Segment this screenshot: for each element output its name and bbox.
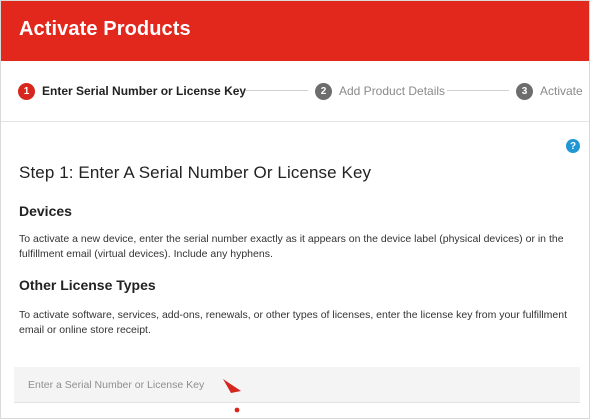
- step-1-label: Enter Serial Number or License Key: [42, 84, 247, 98]
- step-3-number-badge: 3: [516, 82, 533, 100]
- question-circle-icon[interactable]: ?: [566, 139, 580, 153]
- step-3-label: Activate: [540, 84, 583, 98]
- step-1-number-badge: 1: [18, 82, 35, 100]
- panel-header: Activate Products: [1, 1, 589, 61]
- step-2-number-badge: 2: [315, 82, 332, 100]
- step-connector-1: [245, 90, 308, 91]
- serial-number-input[interactable]: [14, 367, 580, 403]
- step-heading: Step 1: Enter A Serial Number Or License…: [19, 163, 372, 182]
- step-2-label: Add Product Details: [339, 84, 446, 98]
- step-connector-2: [447, 90, 509, 91]
- step-content: ? Step 1: Enter A Serial Number Or Licen…: [1, 122, 589, 418]
- progress-stepper: 1 Enter Serial Number or License Key 2 A…: [1, 61, 589, 122]
- step-2: 2 Add Product Details: [315, 81, 445, 101]
- step-3: 3 Activate: [516, 81, 583, 101]
- activation-panel: Activate Products 1 Enter Serial Number …: [0, 0, 590, 419]
- step-1: 1 Enter Serial Number or License Key: [18, 81, 246, 101]
- devices-heading: Devices: [19, 203, 72, 219]
- other-license-types-description: To activate software, services, add-ons,…: [19, 309, 567, 336]
- pointer-cursor-icon: [223, 379, 241, 413]
- page-title: Activate Products: [19, 18, 191, 40]
- other-license-types-heading: Other License Types: [19, 277, 156, 293]
- devices-description: To activate a new device, enter the seri…: [19, 233, 564, 260]
